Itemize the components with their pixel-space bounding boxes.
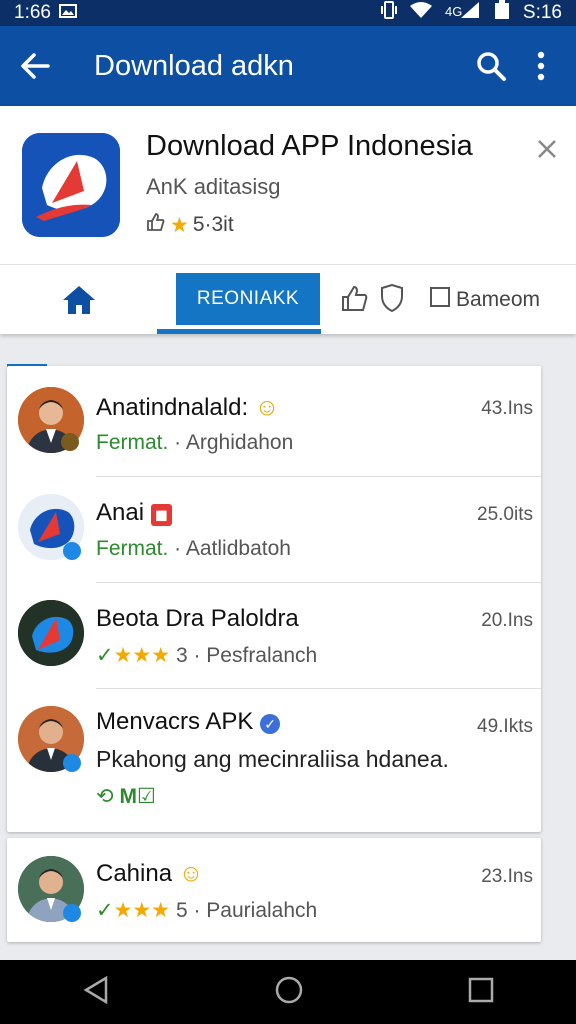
avatar (18, 600, 84, 666)
close-button[interactable] (532, 134, 562, 164)
verified-badge-icon (63, 754, 81, 772)
signal-icon: 4G (445, 1, 481, 25)
app-list-card: Cahina ☺ ✓★★★ 5 · Paurialahch 23.Ins (7, 838, 541, 942)
more-vert-icon (537, 51, 545, 81)
verified-icon: ✓ (260, 714, 281, 734)
close-icon (538, 140, 556, 158)
list-item-tag: Fermat. (96, 537, 169, 560)
verified-badge-icon (63, 904, 81, 922)
overflow-menu-button[interactable] (516, 41, 566, 91)
app-header-card: Download APP Indonesia AnK aditasisg ★ 5… (0, 106, 576, 334)
list-item-time: 49.Ikts (477, 716, 533, 737)
page-title: Download adkn (94, 49, 294, 82)
list-item-meta: Aatlidbatoh (185, 537, 291, 560)
tab-bameom[interactable]: Bameom (430, 265, 540, 335)
list-item-tag: Fermat. (96, 431, 169, 454)
list-item-description: Pkahong ang mecinraliisa hdanea. (96, 746, 449, 772)
thumbs-up-tab-icon[interactable] (340, 284, 370, 317)
tab-recommended[interactable]: REONIAKK (176, 273, 320, 325)
list-item-name: Beota Dra Paloldra (96, 605, 299, 632)
shield-icon[interactable] (380, 283, 404, 317)
battery-icon (493, 0, 511, 26)
list-item-time: 25.0its (477, 504, 533, 525)
list-item-name: Cahina (96, 860, 173, 887)
check-icon: ✓ (96, 644, 114, 667)
tag-label: M (119, 785, 137, 808)
list-item-time: 20.Ins (481, 610, 533, 631)
list-item-meta: Pesfralanch (206, 644, 318, 667)
home-icon (63, 286, 95, 314)
star-icon: ★ (170, 213, 189, 237)
vibrate-icon (380, 1, 397, 25)
list-item[interactable]: Cahina ☺ ✓★★★ 5 · Paurialahch 23.Ins (7, 838, 541, 942)
back-arrow-icon (21, 53, 50, 79)
app-logo (22, 133, 120, 237)
search-button[interactable] (466, 41, 516, 91)
app-name: Download APP Indonesia (146, 130, 473, 162)
app-rating: ★ 5·3it (146, 212, 234, 238)
share-icon: ⟲ (96, 785, 114, 808)
search-icon (477, 52, 506, 81)
list-item-meta: Paurialahch (206, 899, 318, 922)
emoji-icon: ☺ (254, 394, 280, 421)
status-badge (61, 433, 79, 451)
list-item[interactable]: Beota Dra Paloldra ✓★★★ 3 · Pesfralanch … (7, 582, 541, 688)
app-tag-icon: ◼ (150, 504, 172, 526)
status-time: 1:66 (14, 2, 51, 23)
rating-count: 3 (175, 644, 188, 667)
app-bar: Download adkn (0, 26, 576, 106)
app-list-card: Anatindnalald: ☺ Fermat. · Arghidahon 43… (7, 366, 541, 832)
wifi-icon (409, 1, 433, 25)
back-triangle-icon (83, 975, 108, 1004)
list-item-name: Anatindnalald: (96, 394, 249, 421)
nav-back-button[interactable] (82, 975, 110, 1009)
tab-indicator (157, 329, 321, 334)
nav-home-button[interactable] (274, 975, 304, 1010)
list-item-time: 23.Ins (481, 866, 533, 887)
list-item[interactable]: Anatindnalald: ☺ Fermat. · Arghidahon 43… (7, 366, 541, 476)
tab-actions (340, 265, 404, 335)
status-right-text: S:16 (522, 2, 562, 23)
list-item-name: Anai (96, 499, 145, 526)
list-item-time: 43.Ins (481, 398, 533, 419)
tab-bar: REONIAKK Bameom (0, 264, 576, 335)
star-rating: ★★★ (113, 899, 171, 922)
svg-text:4G: 4G (445, 4, 462, 19)
list-item[interactable]: Anai ◼ Fermat. · Aatlidbatoh 25.0its (7, 476, 541, 582)
list-item[interactable]: Menvacrs APK ✓ Pkahong ang mecinraliisa … (7, 688, 541, 832)
check-icon: ✓ (96, 899, 114, 922)
gallery-icon (58, 2, 77, 24)
app-subtitle: AnK aditasisg (146, 174, 281, 199)
star-rating: ★★★ (113, 644, 171, 667)
nav-recents-button[interactable] (468, 977, 494, 1008)
home-circle-icon (275, 976, 303, 1003)
thumbs-up-icon (146, 212, 166, 238)
checkbox-icon (430, 287, 450, 313)
app-rating-value: 5·3it (192, 213, 234, 236)
back-button[interactable] (10, 41, 60, 91)
tab-home[interactable] (0, 265, 158, 335)
verified-badge-icon (63, 542, 81, 560)
list-item-meta: Arghidahon (185, 431, 294, 454)
recents-square-icon (468, 977, 494, 1002)
rating-count: 5 (175, 899, 188, 922)
system-nav-bar (0, 960, 576, 1024)
emoji-icon: ☺ (178, 860, 204, 887)
status-bar: 1:66 4G S:16 (0, 0, 576, 26)
list-item-name: Menvacrs APK (96, 708, 254, 735)
checkbox-tag-icon: ☑ (136, 785, 156, 808)
tab-bameom-label: Bameom (456, 288, 541, 311)
